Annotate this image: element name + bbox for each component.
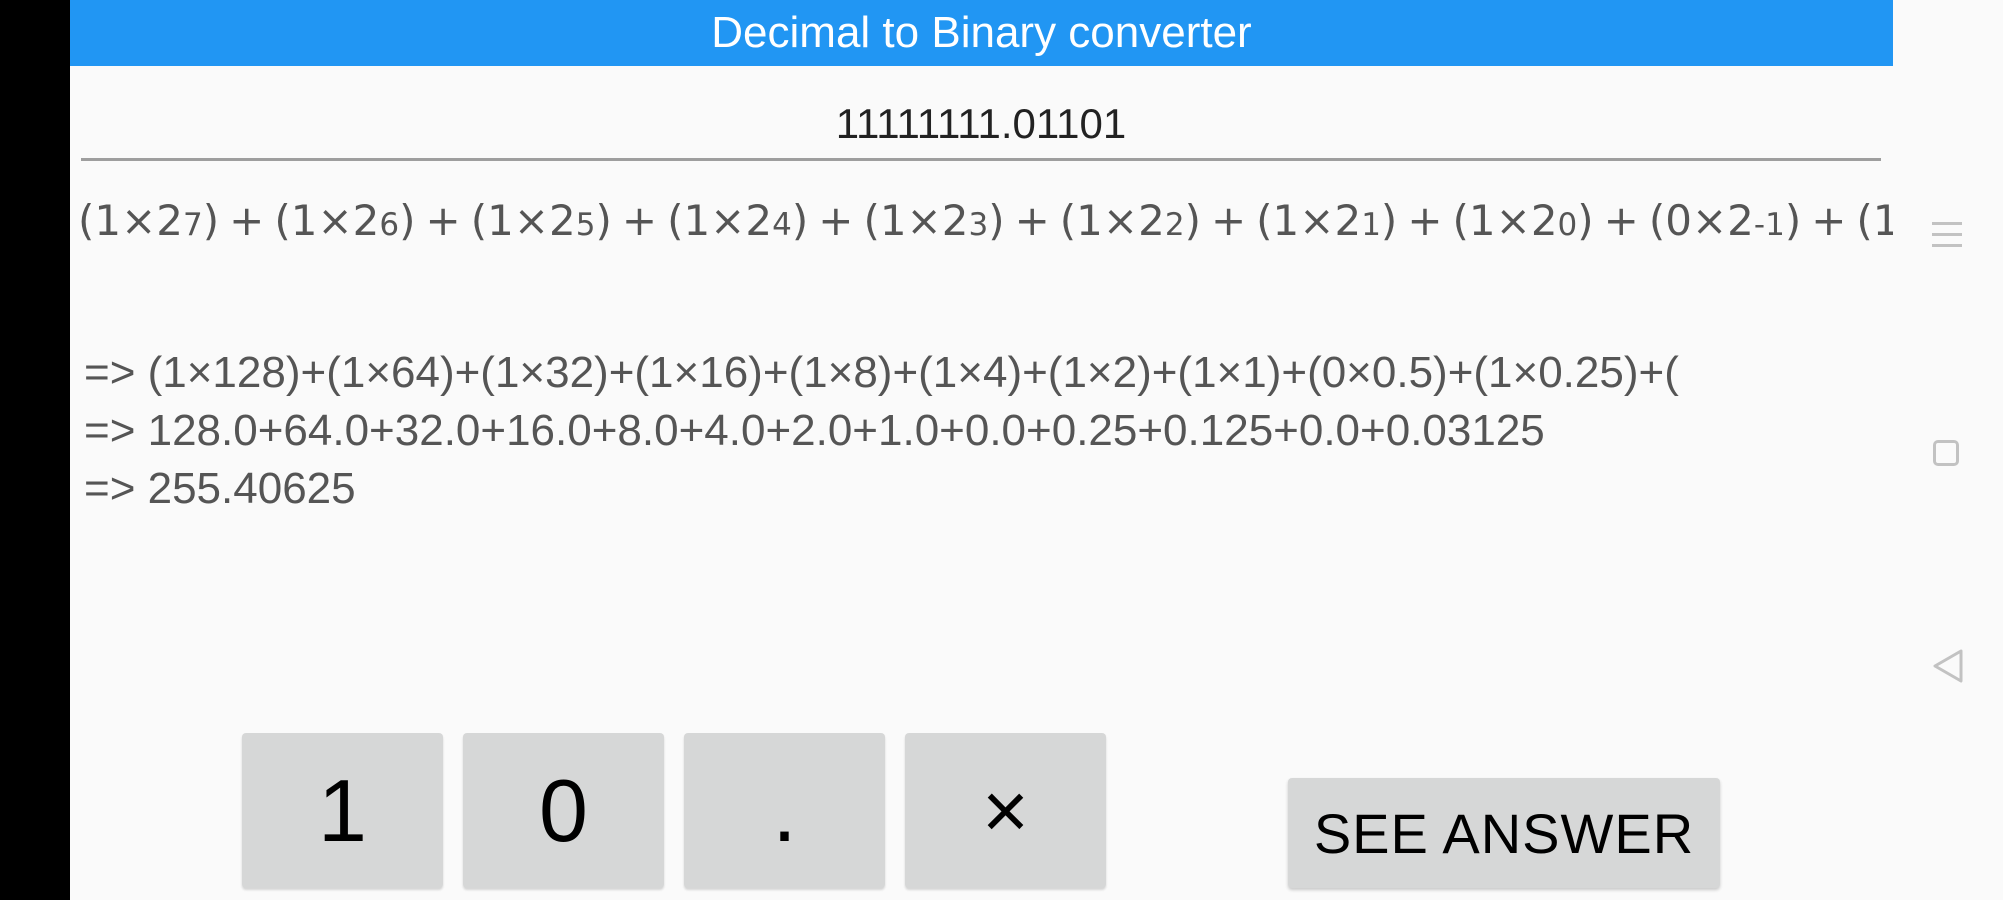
plus-operator: + [1603,196,1639,245]
exponent: 2 [1164,207,1185,243]
exponent: 7 [183,207,203,243]
expansion-term: (1×26) [274,196,416,245]
plus-operator: + [1014,196,1050,245]
key-decimal-point-button[interactable]: . [684,733,885,888]
exponent: 0 [1557,207,1578,243]
result-line: => 255.40625 [84,464,356,513]
plus-operator: + [425,196,461,245]
plus-operator: + [621,196,658,245]
binary-expansion-formula: (1×27) + (1×26) + (1×25) + (1×24) + (1×23) + (1×22… [78,196,1893,266]
expansion-term: (1×23) [863,196,1005,245]
key-clear-button[interactable]: × [905,733,1106,888]
plus-operator: + [229,196,265,245]
step-line: => (1×128)+(1×64)+(1×32)+(1×16)+(1×8)+(1… [84,348,1679,397]
left-black-edge [0,0,70,900]
key-one-button[interactable]: 1 [242,733,443,888]
expansion-term: (0×2-1) [1648,196,1802,245]
calculation-steps: => (1×128)+(1×64)+(1×32)+(1×16)+(1×8)+(1… [84,344,1893,518]
expansion-term: (1×24) [667,196,809,245]
see-answer-button[interactable]: SEE ANSWER [1288,778,1720,888]
menu-icon[interactable] [1932,222,1962,250]
exponent: 3 [968,207,989,243]
app-screen: Decimal to Binary converter (1×27)+(1×26… [70,0,1893,900]
exponent: 6 [379,207,400,243]
expansion-term: (1×21) [1256,196,1398,245]
plus-operator: + [1407,196,1443,245]
expansion-term: (1×25) [470,196,612,245]
exponent: 4 [772,207,792,243]
expansion-term: (1×20) [1452,196,1594,245]
app-title: Decimal to Binary converter [711,8,1252,57]
expansion-term: (1×22) [1059,196,1201,245]
system-navigation-bar [1893,0,2003,900]
exponent: -1 [1753,207,1785,243]
exponent: 1 [1361,207,1381,243]
expansion-term: (1×27) [78,196,220,245]
plus-operator: + [1210,196,1247,245]
square-icon[interactable] [1933,440,1959,466]
exponent: 5 [575,207,596,243]
step-line: => 128.0+64.0+32.0+16.0+8.0+4.0+2.0+1.0+… [84,406,1545,455]
back-triangle-icon[interactable] [1931,648,1965,684]
app-title-bar: Decimal to Binary converter [70,0,1893,66]
plus-operator: + [818,196,854,245]
expansion-term-truncated: (1× [1856,196,1893,245]
binary-input-field[interactable] [81,90,1881,161]
key-zero-button[interactable]: 0 [463,733,664,888]
plus-operator: + [1811,196,1847,245]
